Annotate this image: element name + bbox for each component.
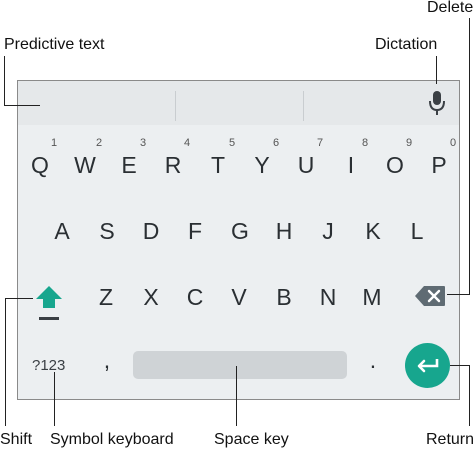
key-g[interactable]: G — [225, 220, 255, 243]
key-hint-7: 7 — [316, 137, 324, 149]
comma-key[interactable]: , — [92, 349, 122, 372]
key-hint-0: 0 — [449, 137, 457, 149]
return-key[interactable] — [405, 343, 450, 388]
key-hint-5: 5 — [228, 137, 236, 149]
key-y[interactable]: Y — [247, 154, 277, 177]
symbols-key[interactable]: ?123 — [32, 358, 65, 373]
backspace-icon[interactable] — [414, 285, 446, 312]
symbol-keyboard-leader — [54, 372, 55, 426]
predictive-text-bar[interactable] — [18, 81, 459, 125]
key-h[interactable]: H — [269, 220, 299, 243]
key-x[interactable]: X — [136, 286, 166, 309]
key-v[interactable]: V — [224, 286, 254, 309]
key-p[interactable]: P — [424, 154, 454, 177]
return-callout-label: Return — [426, 431, 474, 448]
key-n[interactable]: N — [313, 286, 343, 309]
key-f[interactable]: F — [180, 220, 210, 243]
key-hint-6: 6 — [272, 137, 280, 149]
spacebar[interactable] — [133, 351, 347, 379]
android-keyboard: Q W E R T Y U I O P 1 2 3 4 5 6 7 8 9 0 … — [17, 80, 460, 400]
key-e[interactable]: E — [114, 154, 144, 177]
key-q[interactable]: Q — [25, 154, 55, 177]
return-arrow-icon — [416, 357, 440, 380]
suggestion-divider — [175, 91, 176, 121]
dictation-callout-label: Dictation — [375, 36, 438, 53]
shift-arrow-icon[interactable] — [34, 284, 64, 327]
key-d[interactable]: D — [136, 220, 166, 243]
key-l[interactable]: L — [402, 220, 432, 243]
key-r[interactable]: R — [158, 154, 188, 177]
key-k[interactable]: K — [358, 220, 388, 243]
return-leader — [469, 365, 470, 426]
key-t[interactable]: T — [203, 154, 233, 177]
microphone-icon[interactable] — [428, 89, 446, 122]
shift-leader — [5, 298, 6, 426]
delete-leader — [447, 294, 470, 295]
key-o[interactable]: O — [380, 154, 410, 177]
key-a[interactable]: A — [47, 220, 77, 243]
delete-leader — [469, 18, 470, 295]
key-m[interactable]: M — [357, 286, 387, 309]
shift-callout-label: Shift — [0, 431, 33, 448]
space-key-leader — [236, 366, 237, 426]
symbol-keyboard-callout-label: Symbol keyboard — [50, 431, 174, 448]
key-s[interactable]: S — [92, 220, 122, 243]
key-hint-9: 9 — [405, 137, 413, 149]
key-j[interactable]: J — [313, 220, 343, 243]
key-hint-2: 2 — [95, 137, 103, 149]
key-i[interactable]: I — [336, 154, 366, 177]
delete-callout-label: Delete — [427, 0, 474, 16]
key-c[interactable]: C — [180, 286, 210, 309]
predictive-text-leader — [4, 105, 40, 106]
space-key-callout-label: Space key — [214, 431, 289, 448]
predictive-text-callout-label: Predictive text — [4, 36, 105, 53]
key-hint-3: 3 — [139, 137, 147, 149]
predictive-text-leader — [4, 56, 5, 106]
key-u[interactable]: U — [291, 154, 321, 177]
dictation-leader — [436, 56, 437, 84]
key-w[interactable]: W — [70, 154, 100, 177]
key-hint-1: 1 — [50, 137, 58, 149]
key-b[interactable]: B — [269, 286, 299, 309]
return-leader — [450, 365, 470, 366]
key-hint-8: 8 — [361, 137, 369, 149]
key-z[interactable]: Z — [91, 286, 121, 309]
period-key[interactable]: . — [358, 349, 388, 372]
suggestion-divider — [303, 91, 304, 121]
key-hint-4: 4 — [183, 137, 191, 149]
shift-leader — [5, 298, 33, 299]
